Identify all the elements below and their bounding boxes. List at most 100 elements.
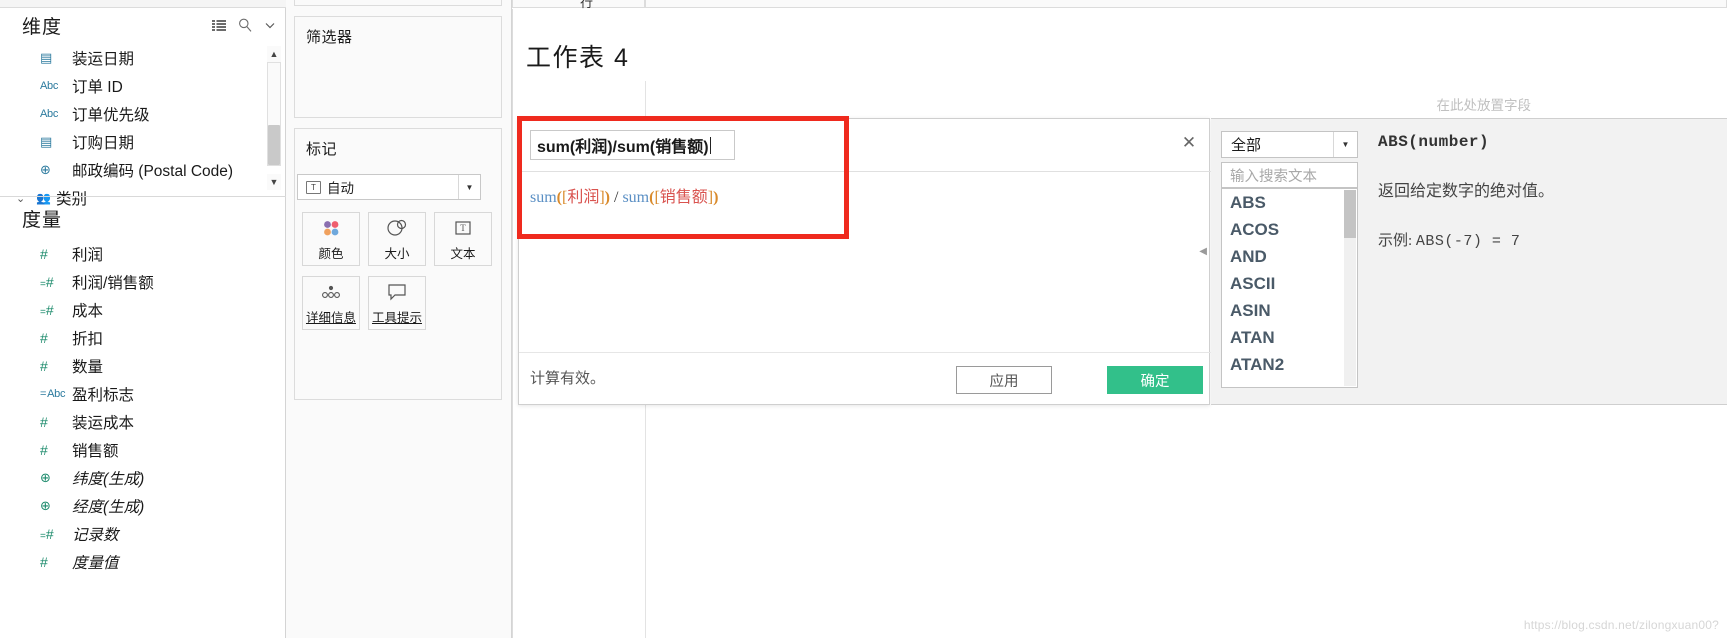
formula-token-fn: sum: [530, 189, 557, 206]
collapse-left-icon[interactable]: ◀: [1199, 246, 1207, 257]
dimension-field-label: 订单优先级: [72, 107, 150, 124]
measure-field-row[interactable]: # 数量: [0, 352, 268, 380]
function-list-item[interactable]: AND: [1222, 243, 1357, 270]
function-list[interactable]: ABS ACOS AND ASCII ASIN ATAN ATAN2: [1221, 188, 1358, 388]
function-list-item[interactable]: ATAN2: [1222, 351, 1357, 378]
function-list-scrollbar-thumb[interactable]: [1344, 190, 1356, 238]
measure-field-row[interactable]: ⊕ 经度(生成): [0, 492, 268, 520]
dimension-field-row[interactable]: ⊕ 邮政编码 (Postal Code): [0, 156, 268, 184]
function-list-item[interactable]: ABS: [1222, 189, 1357, 216]
rows-shelf-remnant[interactable]: [645, 0, 1727, 8]
function-help-section: ABS(number) 返回给定数字的绝对值。 示例: ABS(-7) = 7: [1378, 133, 1727, 250]
dimension-field-list: ▤ 装运日期 Abc 订单 ID Abc 订单优先级 ▤ 订购日期 ⊕ 邮政编码 (Postal …: [0, 44, 268, 212]
measure-field-row[interactable]: # 利润/销售额: [0, 268, 268, 296]
grid-view-icon[interactable]: [212, 19, 226, 31]
columns-shelf-remnant[interactable]: [512, 0, 645, 8]
measure-field-row[interactable]: # 装运成本: [0, 408, 268, 436]
measure-field-row[interactable]: # 度量值: [0, 548, 268, 576]
measure-field-list: # 利润 # 利润/销售额 # 成本 # 折扣 # 数量 Abc 盈利标志 # 装运成本 # 销售额 ⊕ 纬度(生…: [0, 240, 268, 576]
dimension-scroll-down-button[interactable]: ▼: [267, 174, 281, 190]
function-list-item[interactable]: ASCII: [1222, 270, 1357, 297]
data-pane: 维度 ▤ 装运日期 Abc 订单 ID Abc 订单优先级 ▤ 订购日期 ⊕ 邮…: [0, 0, 286, 638]
measure-field-label: 数量: [72, 359, 104, 376]
measure-field-row[interactable]: # 记录数: [0, 520, 268, 548]
measure-field-row[interactable]: Abc 盈利标志: [0, 380, 268, 408]
measure-field-label: 经度(生成): [72, 499, 145, 516]
measure-field-row[interactable]: # 成本: [0, 296, 268, 324]
filters-card: 筛选器: [294, 16, 502, 118]
measures-title: 度量: [22, 210, 63, 231]
measure-field-row[interactable]: # 折扣: [0, 324, 268, 352]
worksheet-canvas[interactable]: 工作表 4 在此处放置字段 sum(利润)/sum(销售额) ✕ sum([利润…: [512, 9, 1727, 638]
marks-detail-button[interactable]: 详细信息: [302, 276, 360, 330]
calculated-field-name-input[interactable]: sum(利润)/sum(销售额): [530, 130, 735, 160]
partial-shelf-card: [294, 0, 502, 6]
function-list-item[interactable]: ASIN: [1222, 297, 1357, 324]
number-icon: #: [40, 358, 48, 374]
function-search-input[interactable]: 输入搜索文本: [1221, 162, 1358, 188]
chevron-down-icon[interactable]: [264, 19, 276, 31]
measure-field-row[interactable]: # 利润: [0, 240, 268, 268]
apply-button[interactable]: 应用: [956, 366, 1052, 394]
function-category-dropdown[interactable]: 全部 ▼: [1221, 131, 1358, 158]
measure-field-label: 盈利标志: [72, 387, 135, 404]
abc-icon: Abc: [40, 108, 59, 120]
function-reference-panel: 全部 ▼ 输入搜索文本 ABS ACOS AND ASCII ASIN ATAN ATAN2…: [1211, 118, 1727, 405]
marks-size-button[interactable]: 大小: [368, 212, 426, 266]
measure-field-label: 纬度(生成): [72, 471, 145, 488]
dimension-scroll-up-button[interactable]: ▲: [267, 46, 281, 62]
pane-top-strip: [0, 0, 286, 8]
dimension-scrollbar-thumb[interactable]: [268, 125, 280, 165]
calendar-icon: ▤: [40, 134, 53, 149]
marks-text-button[interactable]: T 文本: [434, 212, 492, 266]
svg-text:T: T: [460, 223, 466, 233]
dimension-field-row[interactable]: ▤ 订购日期: [0, 128, 268, 156]
calendar-icon: ▤: [40, 50, 53, 65]
calculated-number-icon: #: [40, 274, 54, 290]
marks-tooltip-label: 工具提示: [371, 310, 422, 325]
function-list-item[interactable]: ACOS: [1222, 216, 1357, 243]
formula-token-field: 销售额: [659, 189, 708, 206]
dimensions-header: 维度: [0, 8, 286, 42]
pane-divider: [0, 196, 286, 197]
chevron-down-icon[interactable]: ▼: [1333, 132, 1357, 157]
dimension-field-label: 订购日期: [72, 135, 135, 152]
measure-field-label: 度量值: [72, 555, 119, 572]
watermark-text: https://blog.csdn.net/zilongxuan00?: [1523, 618, 1719, 632]
filters-card-title: 筛选器: [306, 29, 353, 46]
marks-color-button[interactable]: 颜色: [302, 212, 360, 266]
chevron-down-icon[interactable]: ⌄: [16, 192, 25, 205]
function-example: 示例: ABS(-7) = 7: [1378, 229, 1727, 250]
measure-field-label: 销售额: [72, 443, 119, 460]
search-icon[interactable]: [238, 18, 252, 32]
marks-type-label: 自动: [327, 181, 354, 196]
function-list-item[interactable]: ATAN: [1222, 324, 1357, 351]
measure-field-row[interactable]: # 销售额: [0, 436, 268, 464]
formula-token-field: 利润: [567, 189, 600, 206]
dimensions-title: 维度: [22, 16, 63, 38]
ok-button[interactable]: 确定: [1107, 366, 1203, 394]
number-icon: #: [40, 246, 48, 262]
text-mark-icon: T: [306, 180, 321, 194]
dimension-field-row[interactable]: Abc 订单优先级: [0, 100, 268, 128]
worksheet-area: 行 工作表 4 在此处放置字段 sum(利润)/sum(销售额) ✕ sum([…: [512, 0, 1727, 638]
calculated-abc-icon: Abc: [40, 388, 65, 400]
formula-editor[interactable]: sum([利润]) / sum([销售额]): [530, 183, 718, 207]
dialog-footer-separator: [519, 352, 1211, 353]
measure-field-label: 记录数: [72, 527, 119, 544]
chevron-down-icon[interactable]: ▼: [458, 175, 480, 199]
function-example-code: ABS(-7) = 7: [1415, 233, 1521, 250]
dimension-field-row[interactable]: ▤ 装运日期: [0, 44, 268, 72]
function-example-label: 示例:: [1378, 233, 1413, 249]
marks-type-dropdown[interactable]: T 自动 ▼: [297, 174, 481, 200]
measure-field-label: 利润: [72, 247, 104, 264]
marks-tooltip-button[interactable]: 工具提示: [368, 276, 426, 330]
dimension-field-row[interactable]: Abc 订单 ID: [0, 72, 268, 100]
measure-field-row[interactable]: ⊕ 纬度(生成): [0, 464, 268, 492]
number-icon: #: [40, 414, 48, 430]
close-icon[interactable]: ✕: [1180, 133, 1198, 151]
calculated-field-name-value: sum(利润)/sum(销售额): [537, 139, 709, 156]
abc-icon: Abc: [40, 80, 59, 92]
formula-token-paren: ): [713, 189, 719, 206]
worksheet-title: 工作表 4: [526, 44, 630, 72]
